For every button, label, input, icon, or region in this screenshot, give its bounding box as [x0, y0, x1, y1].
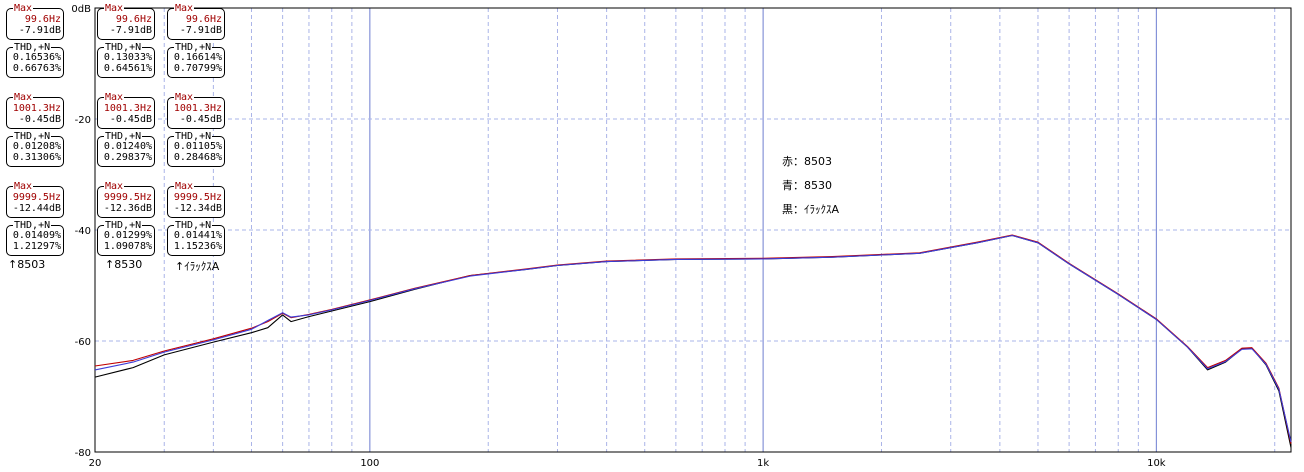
thd-value-2: 0.28468%	[173, 151, 222, 163]
thd-readout-box: THD,+N 0.01441% 1.15236%	[167, 220, 225, 256]
max-frequency: 99.6Hz	[24, 14, 61, 25]
thd-label: THD,+N	[174, 220, 213, 231]
max-label: Max	[104, 3, 125, 14]
thd-value-1: 0.01240%	[103, 141, 152, 152]
thd-readout-box: THD,+N 0.13033% 0.64561%	[97, 42, 155, 78]
max-readout-box: Max 9999.5Hz -12.34dB	[167, 181, 225, 218]
legend-entry-red: 赤：8503	[782, 155, 832, 168]
thd-readout-box: THD,+N 0.16536% 0.66763%	[6, 42, 64, 78]
max-frequency: 99.6Hz	[115, 14, 152, 25]
readout-caption: ↑8530	[105, 258, 143, 271]
max-label: Max	[174, 92, 195, 103]
measurement-readouts: Max 99.6Hz -7.91dB THD,+N 0.16536% 0.66763% Ma…	[0, 0, 225, 472]
thd-readout-box: THD,+N 0.01299% 1.09078%	[97, 220, 155, 256]
max-readout-box: Max 9999.5Hz -12.44dB	[6, 181, 64, 218]
series-line-blue	[94, 234, 1292, 443]
chart-tick-labels: 0dB-20-40-60-8020 100 1k 10k	[71, 4, 1165, 469]
max-readout-box: Max 9999.5Hz -12.36dB	[97, 181, 155, 218]
legend-entry-blue: 青：8530	[782, 179, 832, 192]
thd-readout-box: THD,+N 0.16614% 0.70799%	[167, 42, 225, 78]
max-level: -12.34dB	[173, 202, 222, 214]
thd-value-2: 0.29837%	[103, 151, 152, 163]
max-level: -12.44dB	[12, 202, 61, 214]
max-readout-box: Max 1001.3Hz -0.45dB	[167, 92, 225, 129]
max-label: Max	[13, 181, 34, 192]
thd-value-1: 0.01441%	[173, 230, 222, 241]
max-readout-box: Max 99.6Hz -7.91dB	[6, 3, 64, 40]
max-label: Max	[13, 92, 34, 103]
max-label: Max	[104, 181, 125, 192]
thd-label: THD,+N	[104, 42, 143, 53]
series-line-red	[94, 234, 1292, 444]
max-frequency: 9999.5Hz	[173, 192, 222, 203]
thd-value-1: 0.13033%	[103, 52, 152, 63]
thd-label: THD,+N	[174, 42, 213, 53]
x-tick-label: 10k	[1147, 458, 1166, 469]
max-label: Max	[174, 3, 195, 14]
chart-grid	[95, 7, 1291, 452]
thd-value-1: 0.16536%	[12, 52, 61, 63]
legend-entry-black: 黒：ｲﾗｯｸｽA	[782, 203, 840, 216]
thd-readout-box: THD,+N 0.01105% 0.28468%	[167, 131, 225, 167]
thd-label: THD,+N	[13, 220, 52, 231]
max-level: -12.36dB	[103, 202, 152, 214]
x-tick-label: 100	[360, 458, 379, 469]
readout-caption: ↑ｲﾗｯｸｽA	[175, 260, 220, 273]
max-readout-box: Max 1001.3Hz -0.45dB	[97, 92, 155, 129]
thd-label: THD,+N	[104, 131, 143, 142]
max-label: Max	[174, 181, 195, 192]
thd-value-1: 0.01299%	[103, 230, 152, 241]
readout-caption: ↑8503	[8, 258, 46, 271]
thd-value-1: 0.01208%	[12, 141, 61, 152]
thd-readout-box: THD,+N 0.01240% 0.29837%	[97, 131, 155, 167]
max-level: -0.45dB	[18, 113, 61, 125]
max-level: -0.45dB	[179, 113, 222, 125]
max-label: Max	[13, 3, 34, 14]
max-frequency: 9999.5Hz	[12, 192, 61, 203]
max-frequency: 9999.5Hz	[103, 192, 152, 203]
thd-label: THD,+N	[104, 220, 143, 231]
series-line-black	[94, 234, 1292, 448]
max-readout-box: Max 99.6Hz -7.91dB	[97, 3, 155, 40]
thd-value-2: 0.31306%	[12, 151, 61, 163]
max-level: -7.91dB	[18, 24, 61, 36]
max-frequency: 1001.3Hz	[103, 103, 152, 114]
max-readout-box: Max 1001.3Hz -0.45dB	[6, 92, 64, 129]
thd-value-2: 1.21297%	[12, 240, 61, 252]
thd-value-2: 0.64561%	[103, 62, 152, 74]
max-frequency: 1001.3Hz	[173, 103, 222, 114]
max-level: -7.91dB	[109, 24, 152, 36]
thd-value-1: 0.16614%	[173, 52, 222, 63]
thd-label: THD,+N	[13, 131, 52, 142]
thd-value-2: 1.15236%	[173, 240, 222, 252]
thd-value-2: 0.66763%	[12, 62, 61, 74]
thd-label: THD,+N	[13, 42, 52, 53]
thd-value-2: 1.09078%	[103, 240, 152, 252]
thd-readout-box: THD,+N 0.01208% 0.31306%	[6, 131, 64, 167]
max-level: -7.91dB	[179, 24, 222, 36]
thd-value-1: 0.01105%	[173, 141, 222, 152]
thd-value-2: 0.70799%	[173, 62, 222, 74]
max-readout-box: Max 99.6Hz -7.91dB	[167, 3, 225, 40]
thd-value-1: 0.01409%	[12, 230, 61, 241]
thd-readout-box: THD,+N 0.01409% 1.21297%	[6, 220, 64, 256]
max-frequency: 1001.3Hz	[12, 103, 61, 114]
max-label: Max	[104, 92, 125, 103]
max-frequency: 99.6Hz	[185, 14, 222, 25]
max-level: -0.45dB	[109, 113, 152, 125]
x-tick-label: 1k	[757, 458, 769, 469]
thd-label: THD,+N	[174, 131, 213, 142]
